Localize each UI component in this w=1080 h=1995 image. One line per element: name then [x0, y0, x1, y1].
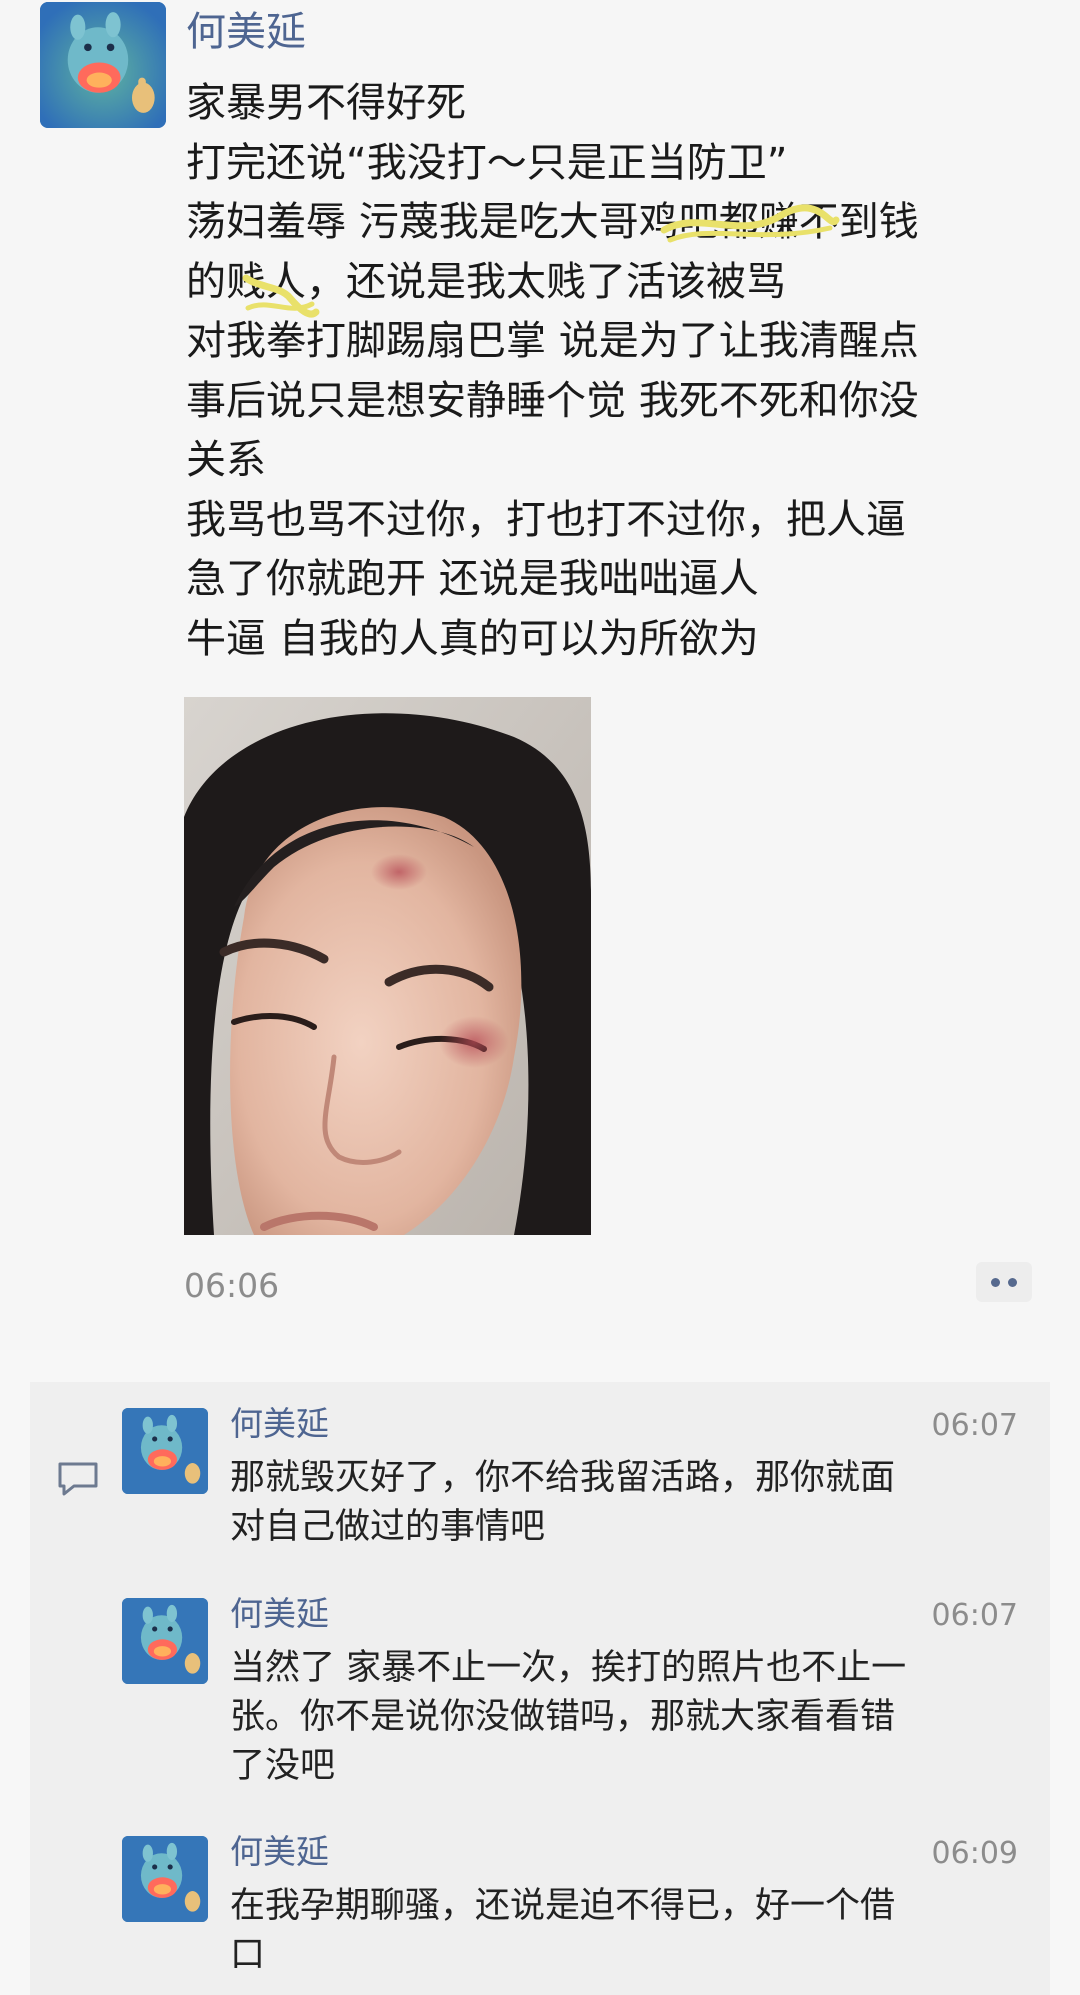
cartoon-horse-avatar-icon: [122, 1836, 208, 1922]
post-line: 我骂也骂不过你，打也打不过你，把人逼: [186, 496, 906, 543]
post-line: 打完还说“我没打～只是正当防卫”: [186, 139, 788, 186]
comment-line: 对自己做过的事情吧: [230, 1507, 546, 1547]
cartoon-horse-avatar-icon: [122, 1408, 208, 1494]
comment-line: 张。你不是说你没做错吗，那就大家看看错: [230, 1697, 896, 1737]
comment-avatar[interactable]: [122, 1836, 208, 1922]
post-line: 关系: [186, 437, 266, 483]
more-dots-icon[interactable]: [976, 1262, 1032, 1302]
comment-author-name[interactable]: 何美延: [230, 1402, 329, 1446]
post-line: 家暴男不得好死: [186, 80, 466, 126]
comment-bubble-icon: [58, 1462, 98, 1496]
post-line: 荡妇羞辱 污蔑我是吃大哥鸡吧都赚不到钱: [186, 199, 919, 245]
comment-line: 当然了 家暴不止一次，挨打的照片也不止一: [230, 1648, 907, 1688]
comment-line: 了没吧: [230, 1746, 336, 1786]
post-author-name[interactable]: 何美延: [186, 6, 306, 58]
comment-text: 当然了 家暴不止一次，挨打的照片也不止一 张。你不是说你没做错吗，那就大家看看错…: [230, 1644, 1030, 1791]
post-line: 急了你就跑开 还说是我咄咄逼人: [186, 556, 759, 602]
comment-line: 口: [230, 1935, 266, 1975]
post-body: 家暴男不得好死 打完还说“我没打～只是正当防卫” 荡妇羞辱 污蔑我是吃大哥鸡吧都…: [186, 74, 1046, 669]
post-line: 事后说只是想安静睡个觉 我死不死和你没: [186, 377, 919, 424]
comment-line: 那就毁灭好了，你不给我留活路，那你就面: [230, 1458, 896, 1498]
comment-text: 在我孕期聊骚，还说是迫不得已，好一个借 口: [230, 1882, 1030, 1980]
dot: [1008, 1277, 1017, 1287]
comment-author-name[interactable]: 何美延: [230, 1830, 329, 1874]
cartoon-horse-avatar-icon: [40, 2, 166, 128]
moment-post: 何美延 家暴男不得好死 打完还说“我没打～只是正当防卫” 荡妇羞辱 污蔑我是吃大…: [0, 0, 1080, 1350]
selfie-photo-image: [184, 697, 591, 1235]
comment-avatar[interactable]: [122, 1598, 208, 1684]
comment-text: 那就毁灭好了，你不给我留活路，那你就面 对自己做过的事情吧: [230, 1454, 1030, 1552]
comment-line: 在我孕期聊骚，还说是迫不得已，好一个借: [230, 1886, 896, 1926]
cartoon-horse-avatar-icon: [122, 1598, 208, 1684]
post-photo[interactable]: [184, 697, 591, 1235]
author-avatar[interactable]: [40, 2, 166, 128]
comment-author-name[interactable]: 何美延: [230, 1592, 329, 1636]
comment-timestamp: 06:07: [931, 1598, 1018, 1633]
comment-avatar[interactable]: [122, 1408, 208, 1494]
comment-timestamp: 06:07: [931, 1408, 1018, 1443]
post-timestamp: 06:06: [184, 1266, 280, 1305]
dot: [991, 1277, 1000, 1287]
post-line: 牛逼 自我的人真的可以为所欲为: [186, 615, 759, 662]
post-line: 对我拳打脚踢扇巴掌 说是为了让我清醒点: [186, 318, 919, 364]
post-line: 的贱人，还说是我太贱了活该被骂: [186, 258, 786, 305]
comment-timestamp: 06:09: [931, 1836, 1018, 1871]
